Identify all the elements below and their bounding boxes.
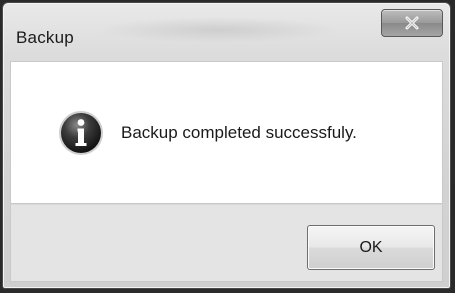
message-text: Backup completed successfuly. xyxy=(121,123,357,142)
close-icon xyxy=(404,16,420,30)
close-button[interactable] xyxy=(381,9,443,37)
message-panel: Backup completed successfuly. xyxy=(10,61,443,204)
info-icon xyxy=(57,109,105,157)
title-bar-glare xyxy=(98,17,338,43)
ok-button[interactable]: OK xyxy=(307,225,435,270)
button-bar: OK xyxy=(10,204,443,282)
window-title: Backup xyxy=(16,28,74,47)
backup-dialog: Backup Backup completed successfuly. OK xyxy=(2,2,451,289)
title-bar[interactable]: Backup xyxy=(3,3,450,59)
